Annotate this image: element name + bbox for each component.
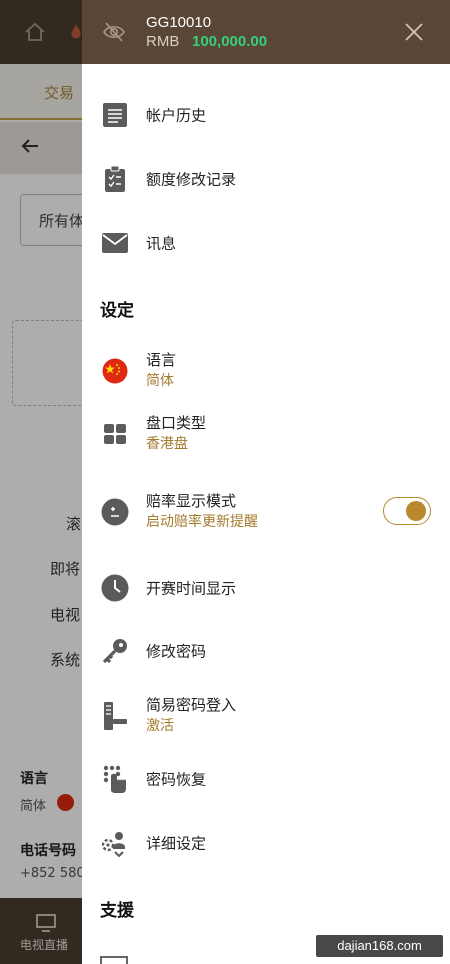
setting-value: 激活 (146, 718, 174, 734)
setting-detailed-settings[interactable]: 详细设定 (82, 815, 450, 871)
grid-icon (100, 419, 130, 449)
setting-label: 盘口类型 (146, 414, 207, 432)
menu-item-label: 额度修改记录 (146, 170, 237, 189)
key-icon (100, 636, 130, 666)
mail-icon (100, 228, 130, 258)
toggle-knob (406, 501, 426, 521)
keypad-hand-icon (100, 764, 130, 794)
section-title-support: 支援 (100, 901, 134, 921)
setting-change-password[interactable]: 修改密码 (82, 623, 450, 679)
side-drawer: GG10010 RMB 100,000.00 帐户历史 额度修改记录 讯息 设定… (82, 0, 450, 964)
settings-user-icon (100, 828, 130, 858)
setting-quick-login[interactable]: 简易密码登入 激活 (82, 688, 450, 744)
setting-label: 语言 (146, 351, 177, 369)
clipboard-list-icon (100, 164, 130, 194)
setting-label: 简易密码登入 (146, 696, 237, 714)
document-icon (100, 100, 130, 130)
odds-alert-toggle[interactable] (383, 497, 431, 525)
door-lock-icon (100, 701, 130, 731)
watermark: dajian168.com (316, 935, 443, 957)
account-id: GG10010 (146, 14, 212, 31)
currency-label: RMB (146, 33, 180, 50)
setting-kickoff-time[interactable]: 开赛时间显示 (82, 560, 450, 616)
menu-item-label: 帐户历史 (146, 106, 207, 125)
setting-password-recovery[interactable]: 密码恢复 (82, 751, 450, 807)
setting-label: 开赛时间显示 (146, 579, 237, 598)
section-title-settings: 设定 (100, 301, 134, 321)
menu-item-credit-history[interactable]: 额度修改记录 (82, 151, 450, 207)
close-icon[interactable] (402, 20, 426, 48)
setting-label: 修改密码 (146, 642, 207, 661)
china-flag-icon (100, 356, 130, 386)
setting-value: 启动赔率更新提醒 (146, 514, 258, 530)
menu-item-account-history[interactable]: 帐户历史 (82, 87, 450, 143)
setting-language[interactable]: 语言 简体 (82, 343, 450, 399)
setting-label: 赔率显示模式 (146, 492, 237, 510)
balance-amount: 100,000.00 (192, 33, 268, 50)
setting-label: 详细设定 (146, 834, 207, 853)
setting-value: 香港盘 (146, 436, 188, 452)
setting-odds-type[interactable]: 盘口类型 香港盘 (82, 406, 450, 462)
drawer-header: GG10010 RMB 100,000.00 (82, 0, 450, 64)
menu-item-messages[interactable]: 讯息 (82, 215, 450, 271)
menu-item-label: 讯息 (146, 234, 177, 253)
odds-icon (100, 497, 130, 527)
setting-label: 密码恢复 (146, 770, 207, 789)
support-item-icon (100, 956, 128, 964)
eye-off-icon[interactable] (102, 21, 126, 47)
setting-value: 简体 (146, 373, 174, 389)
clock-icon (100, 573, 130, 603)
